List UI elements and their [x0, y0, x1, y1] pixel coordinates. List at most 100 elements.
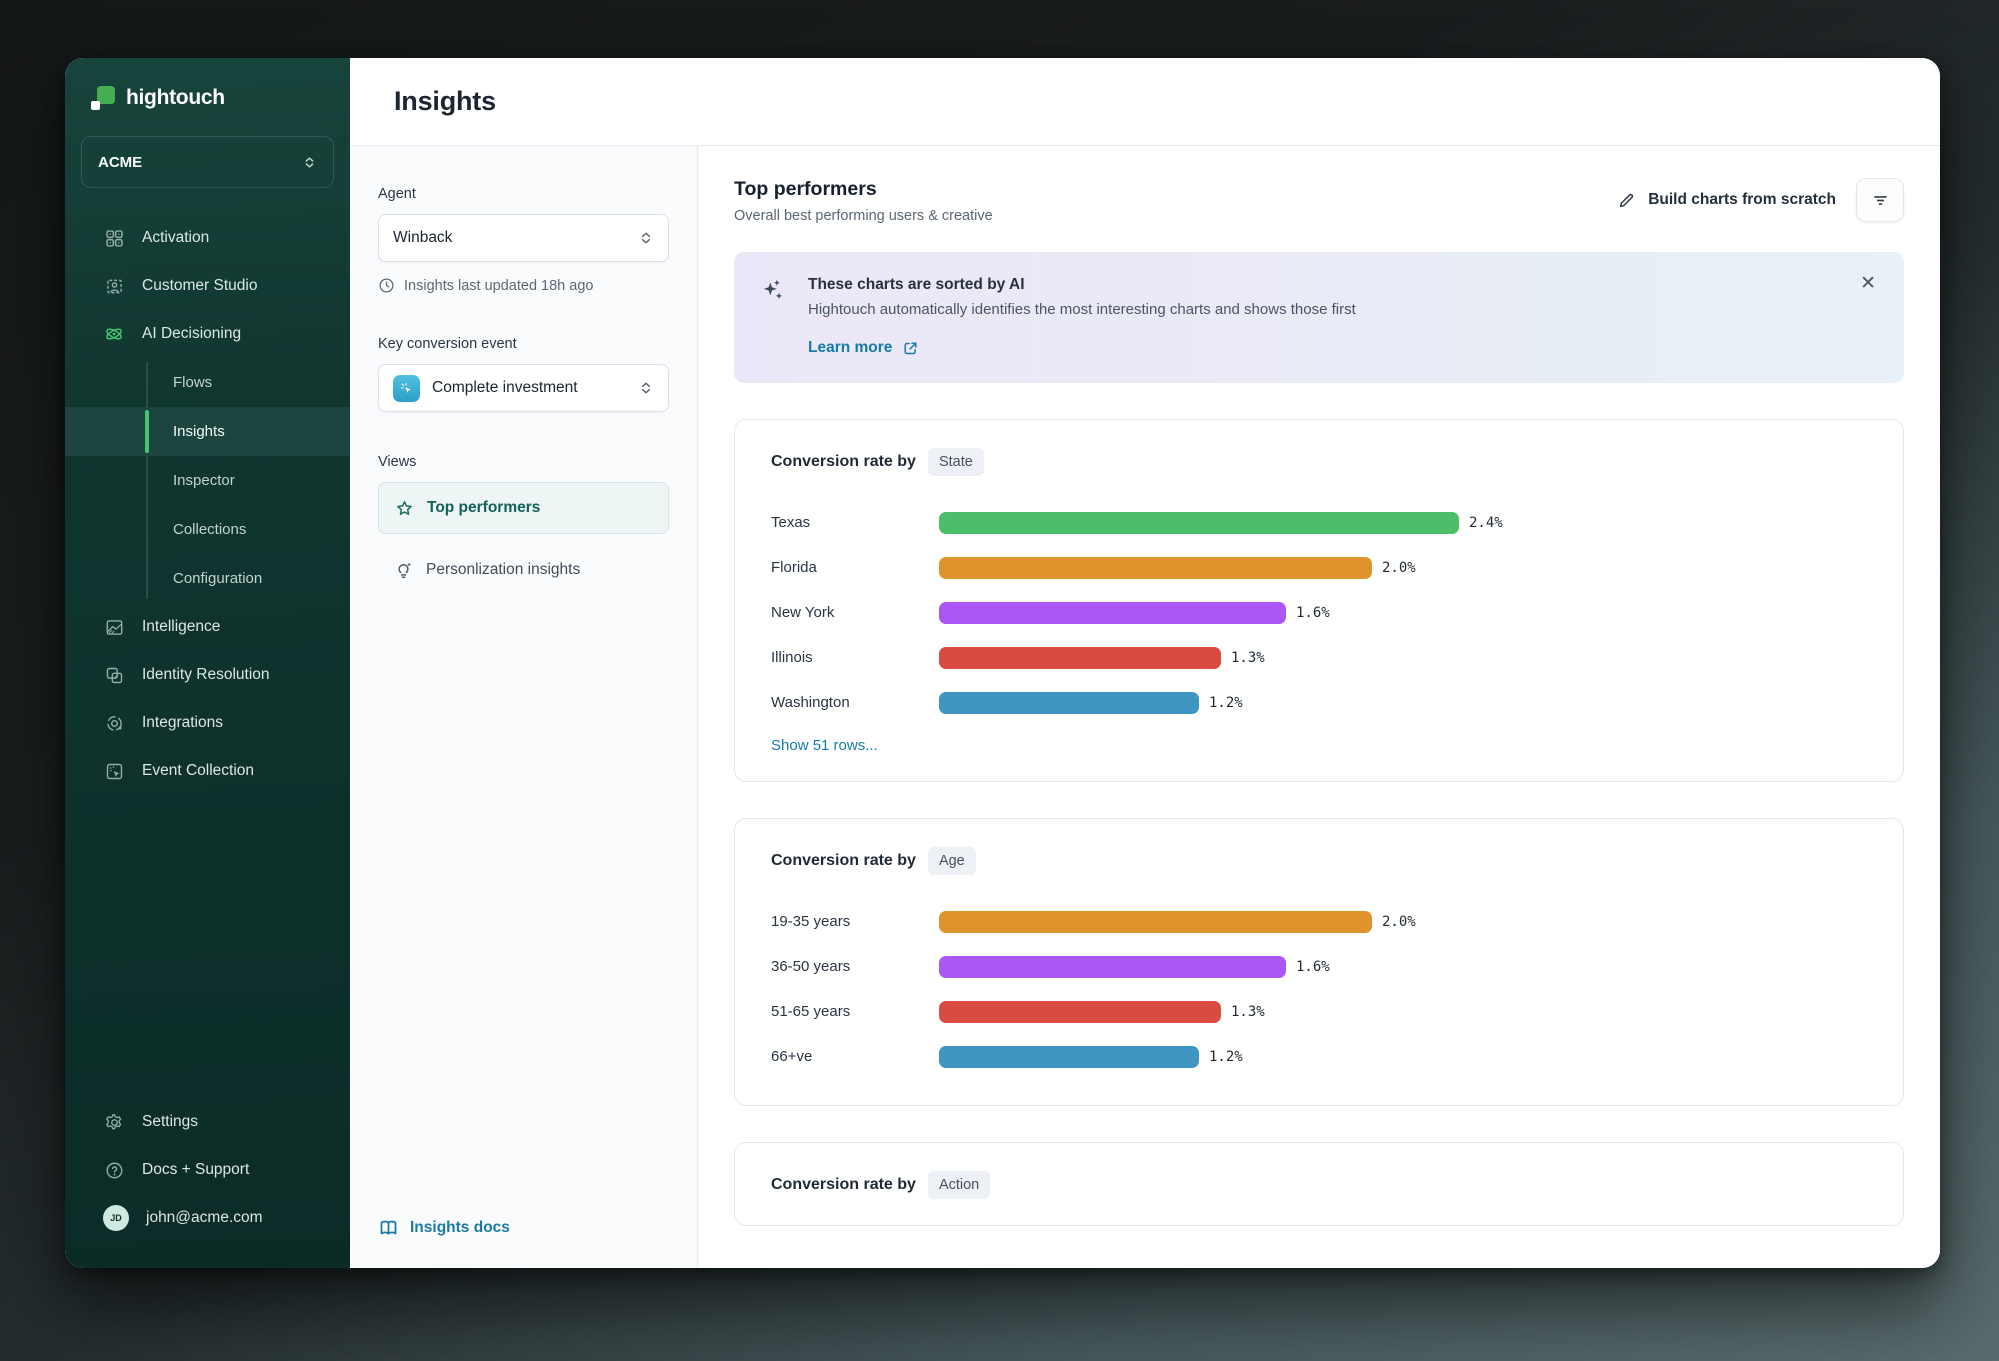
bar-row: 36-50 years1.6% — [771, 944, 1867, 989]
page-title: Insights — [394, 86, 496, 117]
workspace-selector[interactable]: ACME — [81, 136, 334, 188]
learn-more-link[interactable]: Learn more — [808, 339, 1356, 357]
hightouch-logo: hightouch — [65, 86, 350, 110]
filter-icon — [1871, 191, 1890, 210]
view-top-performers-label: Top performers — [427, 499, 540, 517]
chart-card-age: Conversion rate byAge19-35 years2.0%36-5… — [734, 818, 1904, 1106]
conversion-event-icon — [393, 375, 420, 402]
agent-label: Agent — [378, 186, 669, 202]
sidebar-item-label: Integrations — [142, 714, 223, 732]
bar — [939, 911, 1372, 933]
bar-row: Florida2.0% — [771, 545, 1867, 590]
sidebar-item-settings[interactable]: Settings — [65, 1098, 350, 1146]
sidebar-item-configuration[interactable]: Configuration — [65, 554, 350, 603]
sidebar-item-integrations[interactable]: Integrations — [65, 699, 350, 747]
lightbulb-icon — [394, 561, 413, 580]
sidebar-item-docs-support[interactable]: Docs + Support — [65, 1146, 350, 1194]
sidebar-item-event-collection[interactable]: Event Collection — [65, 747, 350, 795]
sidebar-subitem-label: Flows — [173, 374, 212, 391]
view-personalization-label: Personlization insights — [426, 561, 580, 579]
bar-value: 1.3% — [1231, 1004, 1265, 1020]
sidebar-item-collections[interactable]: Collections — [65, 505, 350, 554]
sidebar-item-label: Activation — [142, 229, 209, 247]
sidebar-item-identity-resolution[interactable]: Identity Resolution — [65, 651, 350, 699]
bar — [939, 1001, 1221, 1023]
view-personalization-insights[interactable]: Personlization insights — [378, 544, 669, 596]
last-updated: Insights last updated 18h ago — [378, 277, 669, 294]
app-window: hightouch ACME Activation Customer Studio… — [65, 58, 1940, 1268]
book-icon — [378, 1217, 399, 1238]
show-rows-link[interactable]: Show 51 rows... — [771, 737, 878, 754]
insights-docs-link[interactable]: Insights docs — [378, 1217, 669, 1238]
sidebar-item-ai-decisioning[interactable]: AI Decisioning — [65, 310, 350, 358]
workspace-name: ACME — [98, 154, 142, 171]
view-top-performers[interactable]: Top performers — [378, 482, 669, 534]
identity-resolution-icon — [103, 664, 125, 686]
section-title: Top performers — [734, 178, 993, 201]
build-charts-button[interactable]: Build charts from scratch — [1617, 191, 1836, 210]
bar-row: Texas2.4% — [771, 500, 1867, 545]
sidebar-subitem-label: Configuration — [173, 570, 262, 587]
sidebar-item-customer-studio[interactable]: Customer Studio — [65, 262, 350, 310]
bar — [939, 647, 1221, 669]
gear-icon — [103, 1111, 125, 1133]
sidebar-bottom: Settings Docs + Support JDjohn@acme.com — [65, 1098, 350, 1242]
last-updated-text: Insights last updated 18h ago — [404, 278, 593, 294]
event-collection-icon — [103, 760, 125, 782]
agent-select[interactable]: Winback — [378, 214, 669, 262]
sidebar-item-flows[interactable]: Flows — [65, 358, 350, 407]
chart-card-state: Conversion rate by State Texas2.4%Florida2… — [734, 419, 1904, 782]
bar — [939, 512, 1459, 534]
chevron-updown-icon — [638, 230, 654, 246]
bar — [939, 1046, 1199, 1068]
sidebar-subitem-label: Collections — [173, 521, 246, 538]
sparkles-icon — [760, 276, 786, 357]
pencil-icon — [1617, 191, 1636, 210]
bar-category-label: Florida — [771, 559, 939, 576]
sidebar-item-label: Settings — [142, 1113, 198, 1131]
chevron-updown-icon — [302, 155, 317, 170]
chart-title: Conversion rate by — [771, 453, 916, 471]
filter-panel: Agent Winback Insights last updated 18h … — [350, 146, 698, 1268]
bar-rows: Texas2.4%Florida2.0%New York1.6%Illinois… — [771, 500, 1867, 725]
user-email: john@acme.com — [146, 1209, 263, 1227]
learn-more-label: Learn more — [808, 339, 892, 357]
bar-row: Washington1.2% — [771, 680, 1867, 725]
agent-value: Winback — [393, 229, 626, 247]
bar-value: 1.2% — [1209, 1049, 1243, 1065]
chart-title: Conversion rate by — [771, 852, 916, 870]
chart-title: Conversion rate by — [771, 1176, 916, 1194]
close-icon[interactable]: ✕ — [1860, 274, 1876, 293]
right-column: Insights Agent Winback Insights last upd… — [350, 58, 1940, 1268]
page-header: Insights — [350, 58, 1940, 146]
help-icon — [103, 1159, 125, 1181]
intelligence-icon — [103, 616, 125, 638]
key-event-select[interactable]: Complete investment — [378, 364, 669, 412]
bar-category-label: 51-65 years — [771, 1003, 939, 1020]
bar — [939, 956, 1286, 978]
user-account[interactable]: JDjohn@acme.com — [65, 1194, 350, 1242]
build-charts-label: Build charts from scratch — [1648, 191, 1836, 209]
filter-button[interactable] — [1856, 178, 1904, 222]
sidebar-item-activation[interactable]: Activation — [65, 214, 350, 262]
star-icon — [395, 499, 414, 518]
sidebar-subitem-label: Insights — [173, 423, 225, 440]
key-event-value: Complete investment — [432, 379, 626, 397]
sidebar-item-inspector[interactable]: Inspector — [65, 456, 350, 505]
bar-row: Illinois 1.3% — [771, 635, 1867, 680]
activation-icon — [103, 227, 125, 249]
bar-category-label: 66+ve — [771, 1048, 939, 1065]
bar-value: 1.6% — [1296, 605, 1330, 621]
chart-dimension-badge[interactable]: Age — [928, 847, 976, 875]
bar-value: 1.6% — [1296, 959, 1330, 975]
bar-value: 1.3% — [1231, 650, 1265, 666]
key-event-label: Key conversion event — [378, 336, 669, 352]
bar-category-label: Illinois — [771, 649, 939, 666]
sidebar-item-label: Docs + Support — [142, 1161, 249, 1179]
sidebar-item-insights[interactable]: Insights — [65, 407, 350, 456]
banner-title: These charts are sorted by AI — [808, 276, 1356, 294]
chart-dimension-badge[interactable]: Action — [928, 1171, 990, 1199]
sidebar-item-intelligence[interactable]: Intelligence — [65, 603, 350, 651]
sidebar-nav: Activation Customer StudioAI Decisioning F… — [65, 214, 350, 795]
chart-dimension-badge[interactable]: State — [928, 448, 984, 476]
